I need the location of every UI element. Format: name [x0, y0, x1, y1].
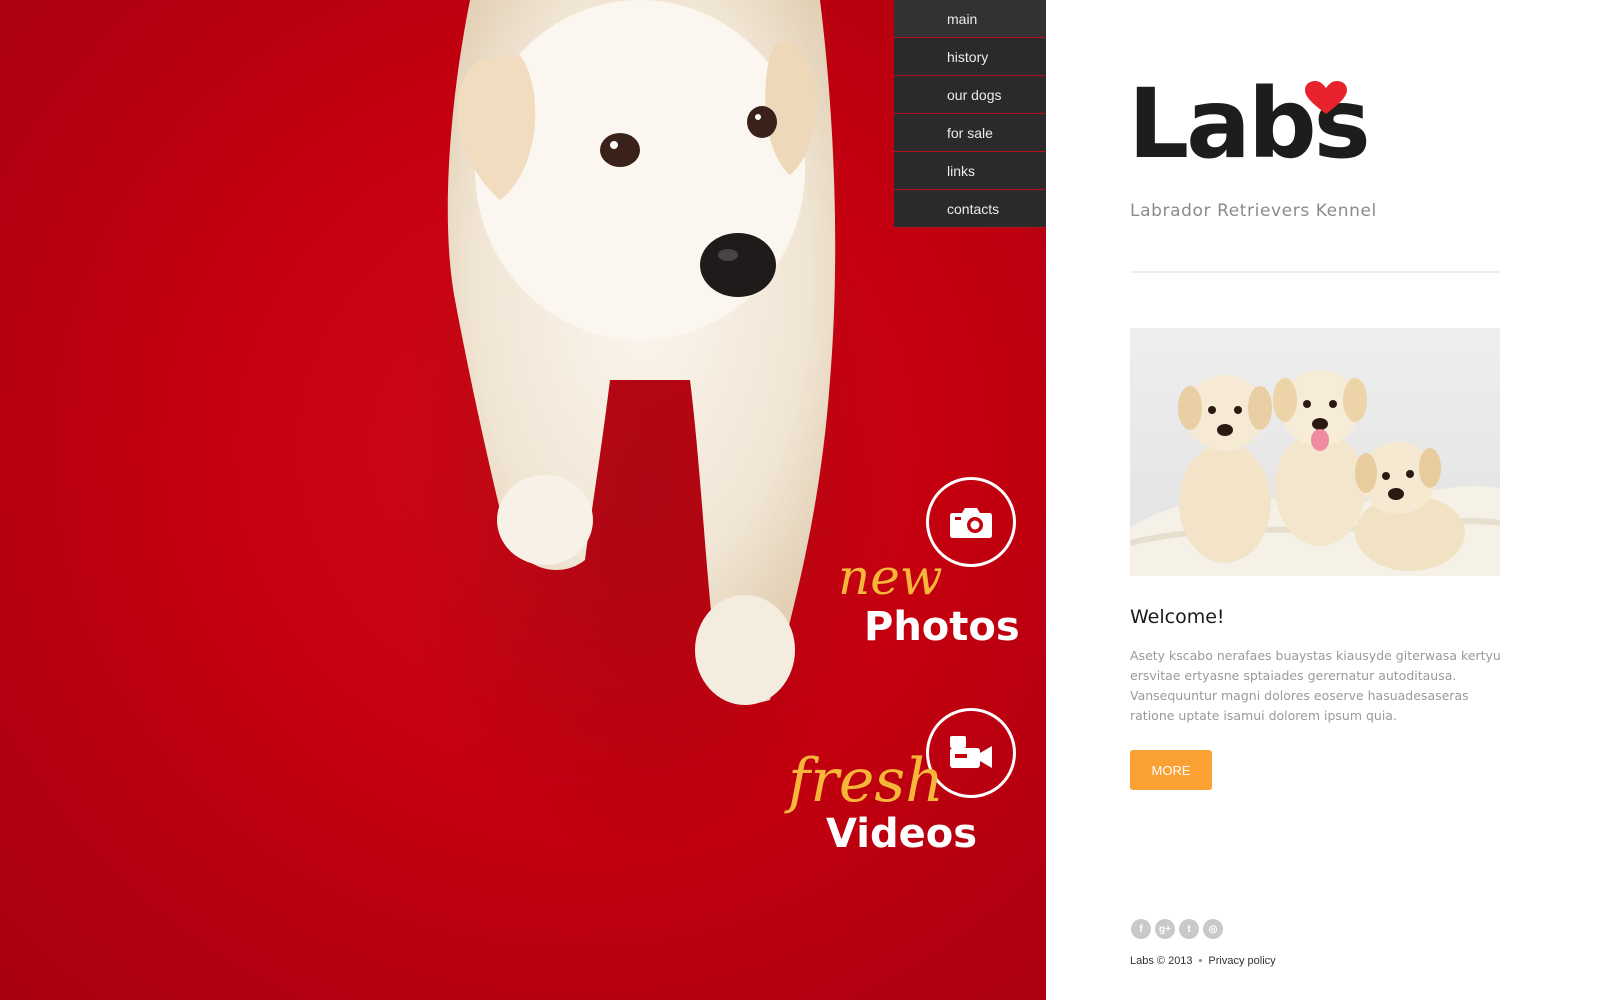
puppies-photo [1130, 328, 1500, 576]
nav-item-label: links [947, 162, 976, 179]
photos-script-text: new [838, 548, 943, 606]
video-camera-icon [950, 736, 992, 768]
videos-script-text: fresh [788, 746, 944, 816]
welcome-text: Asety kscabo nerafaes buaystas kiausyde … [1130, 648, 1501, 723]
site-tagline: Labrador Retrievers Kennel [1130, 201, 1377, 221]
privacy-policy-link[interactable]: Privacy policy [1208, 955, 1275, 967]
google-plus-icon[interactable]: g+ [1155, 919, 1175, 939]
welcome-heading: Welcome! [1130, 606, 1225, 628]
divider [1130, 271, 1500, 273]
videos-title[interactable]: Videos [826, 811, 977, 857]
heart-icon [1305, 81, 1347, 114]
nav-item-history[interactable]: history [894, 38, 1046, 76]
footer-separator: • [1198, 955, 1203, 967]
nav-item-main[interactable]: main [894, 0, 1046, 38]
nav-item-our-dogs[interactable]: our dogs [894, 76, 1046, 114]
twitter-icon[interactable]: t [1179, 919, 1199, 939]
nav-item-label: history [947, 48, 989, 65]
dribbble-icon[interactable]: ◎ [1203, 919, 1223, 939]
nav-item-label: contacts [947, 200, 1000, 217]
nav-item-for-sale[interactable]: for sale [894, 114, 1046, 152]
main-nav: main history our dogs for sale links con… [894, 0, 1046, 228]
nav-item-label: our dogs [947, 86, 1002, 103]
facebook-icon[interactable]: f [1131, 919, 1151, 939]
nav-item-label: for sale [947, 124, 993, 141]
nav-item-links[interactable]: links [894, 152, 1046, 190]
footer: Labs © 2013 • Privacy policy [1130, 955, 1276, 967]
nav-item-label: main [947, 10, 978, 27]
copyright-text: Labs © 2013 [1130, 955, 1193, 967]
social-links: f g+ t ◎ [1131, 919, 1223, 939]
more-button[interactable]: MORE [1130, 750, 1212, 790]
nav-item-contacts[interactable]: contacts [894, 190, 1046, 228]
camera-icon [950, 508, 992, 538]
photos-title[interactable]: Photos [864, 604, 1020, 650]
